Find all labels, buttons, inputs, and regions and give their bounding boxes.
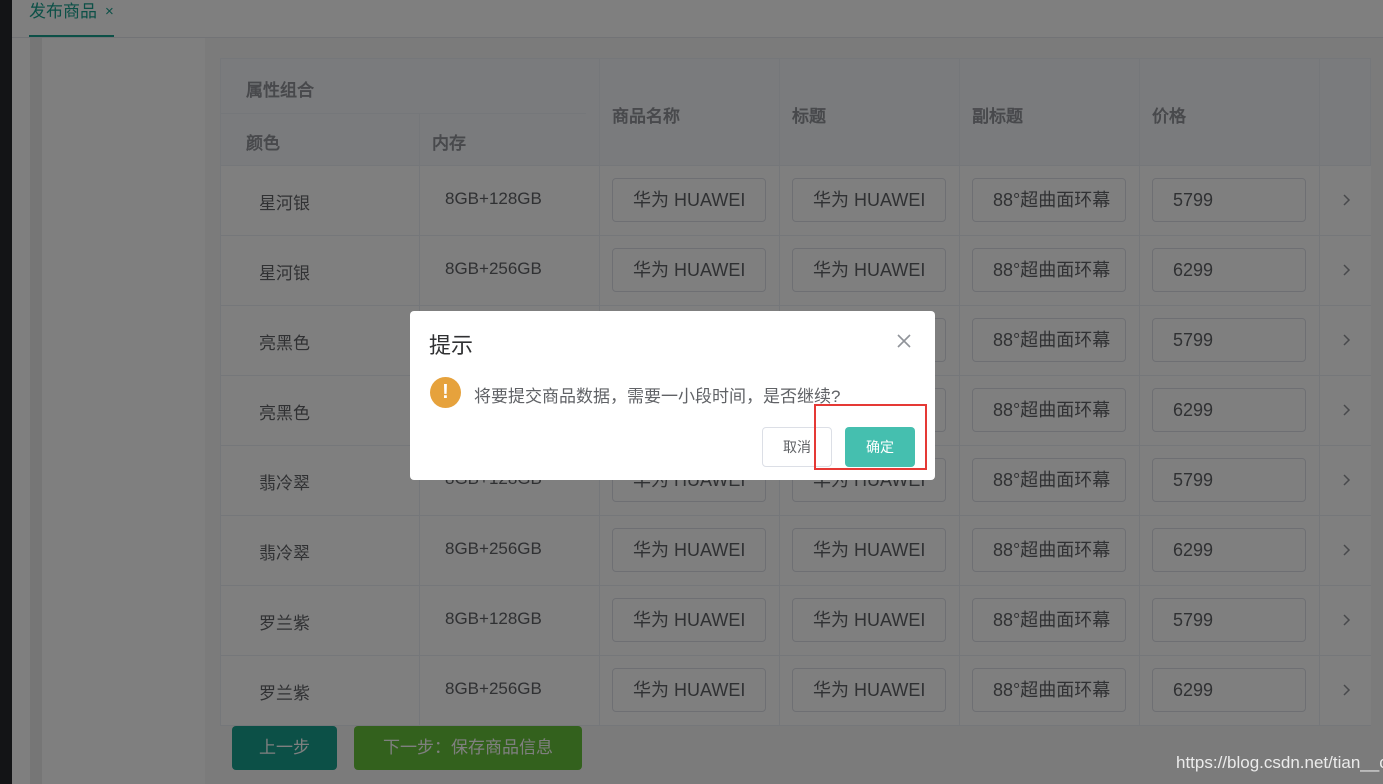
watermark: https://blog.csdn.net/tian__c bbox=[1176, 753, 1383, 772]
dialog-message: 将要提交商品数据，需要一小段时间，是否继续? bbox=[474, 387, 841, 406]
close-icon[interactable] bbox=[894, 331, 914, 351]
highlight-box bbox=[814, 404, 927, 470]
dialog-title: 提示 bbox=[429, 333, 474, 358]
warning-icon: ! bbox=[430, 377, 461, 408]
